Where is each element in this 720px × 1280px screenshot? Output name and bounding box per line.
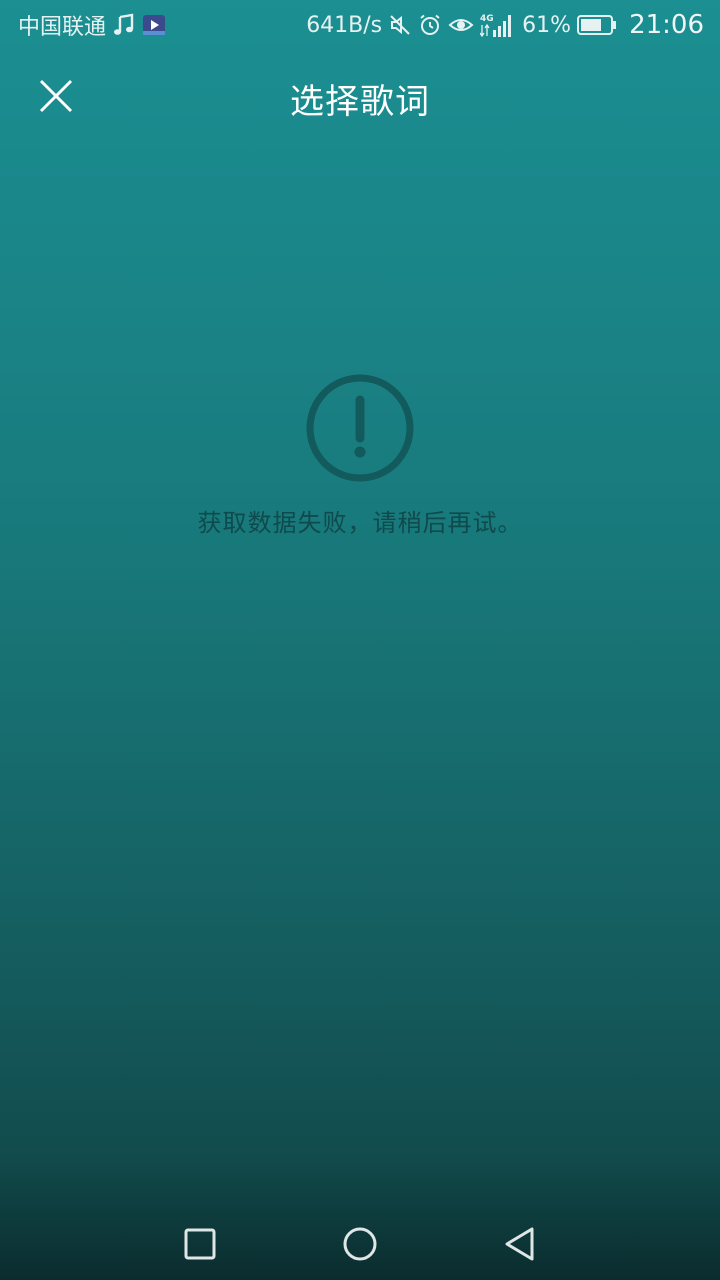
home-icon <box>342 1226 378 1262</box>
battery-percent: 61% <box>522 12 572 38</box>
exclamation-circle-icon <box>304 372 416 484</box>
battery-icon <box>577 14 617 36</box>
alarm-icon <box>418 13 442 37</box>
status-bar: 中国联通 641B/s 4G 61% 21:06 <box>0 0 720 50</box>
error-message: 获取数据失败，请稍后再试。 <box>197 509 523 537</box>
page-title: 选择歌词 <box>290 82 430 122</box>
signal-icon: 4G <box>480 12 516 38</box>
recent-apps-button[interactable] <box>178 1222 222 1266</box>
home-button[interactable] <box>338 1222 382 1266</box>
signal-label: 4G <box>480 14 494 24</box>
carrier-name: 中国联通 <box>18 15 107 40</box>
network-speed: 641B/s <box>306 12 383 38</box>
status-right: 641B/s 4G 61% 21:06 <box>306 8 704 42</box>
clock: 21:06 <box>629 10 704 40</box>
navigation-bar <box>0 1208 720 1280</box>
recent-apps-icon <box>184 1228 216 1260</box>
music-note-icon <box>112 13 136 37</box>
video-app-icon <box>142 13 166 37</box>
back-icon <box>503 1226 537 1262</box>
header: 选择歌词 <box>0 58 720 138</box>
back-button[interactable] <box>498 1222 542 1266</box>
status-left: 中国联通 <box>18 10 166 40</box>
eye-icon <box>448 13 474 37</box>
mute-icon <box>388 13 412 37</box>
